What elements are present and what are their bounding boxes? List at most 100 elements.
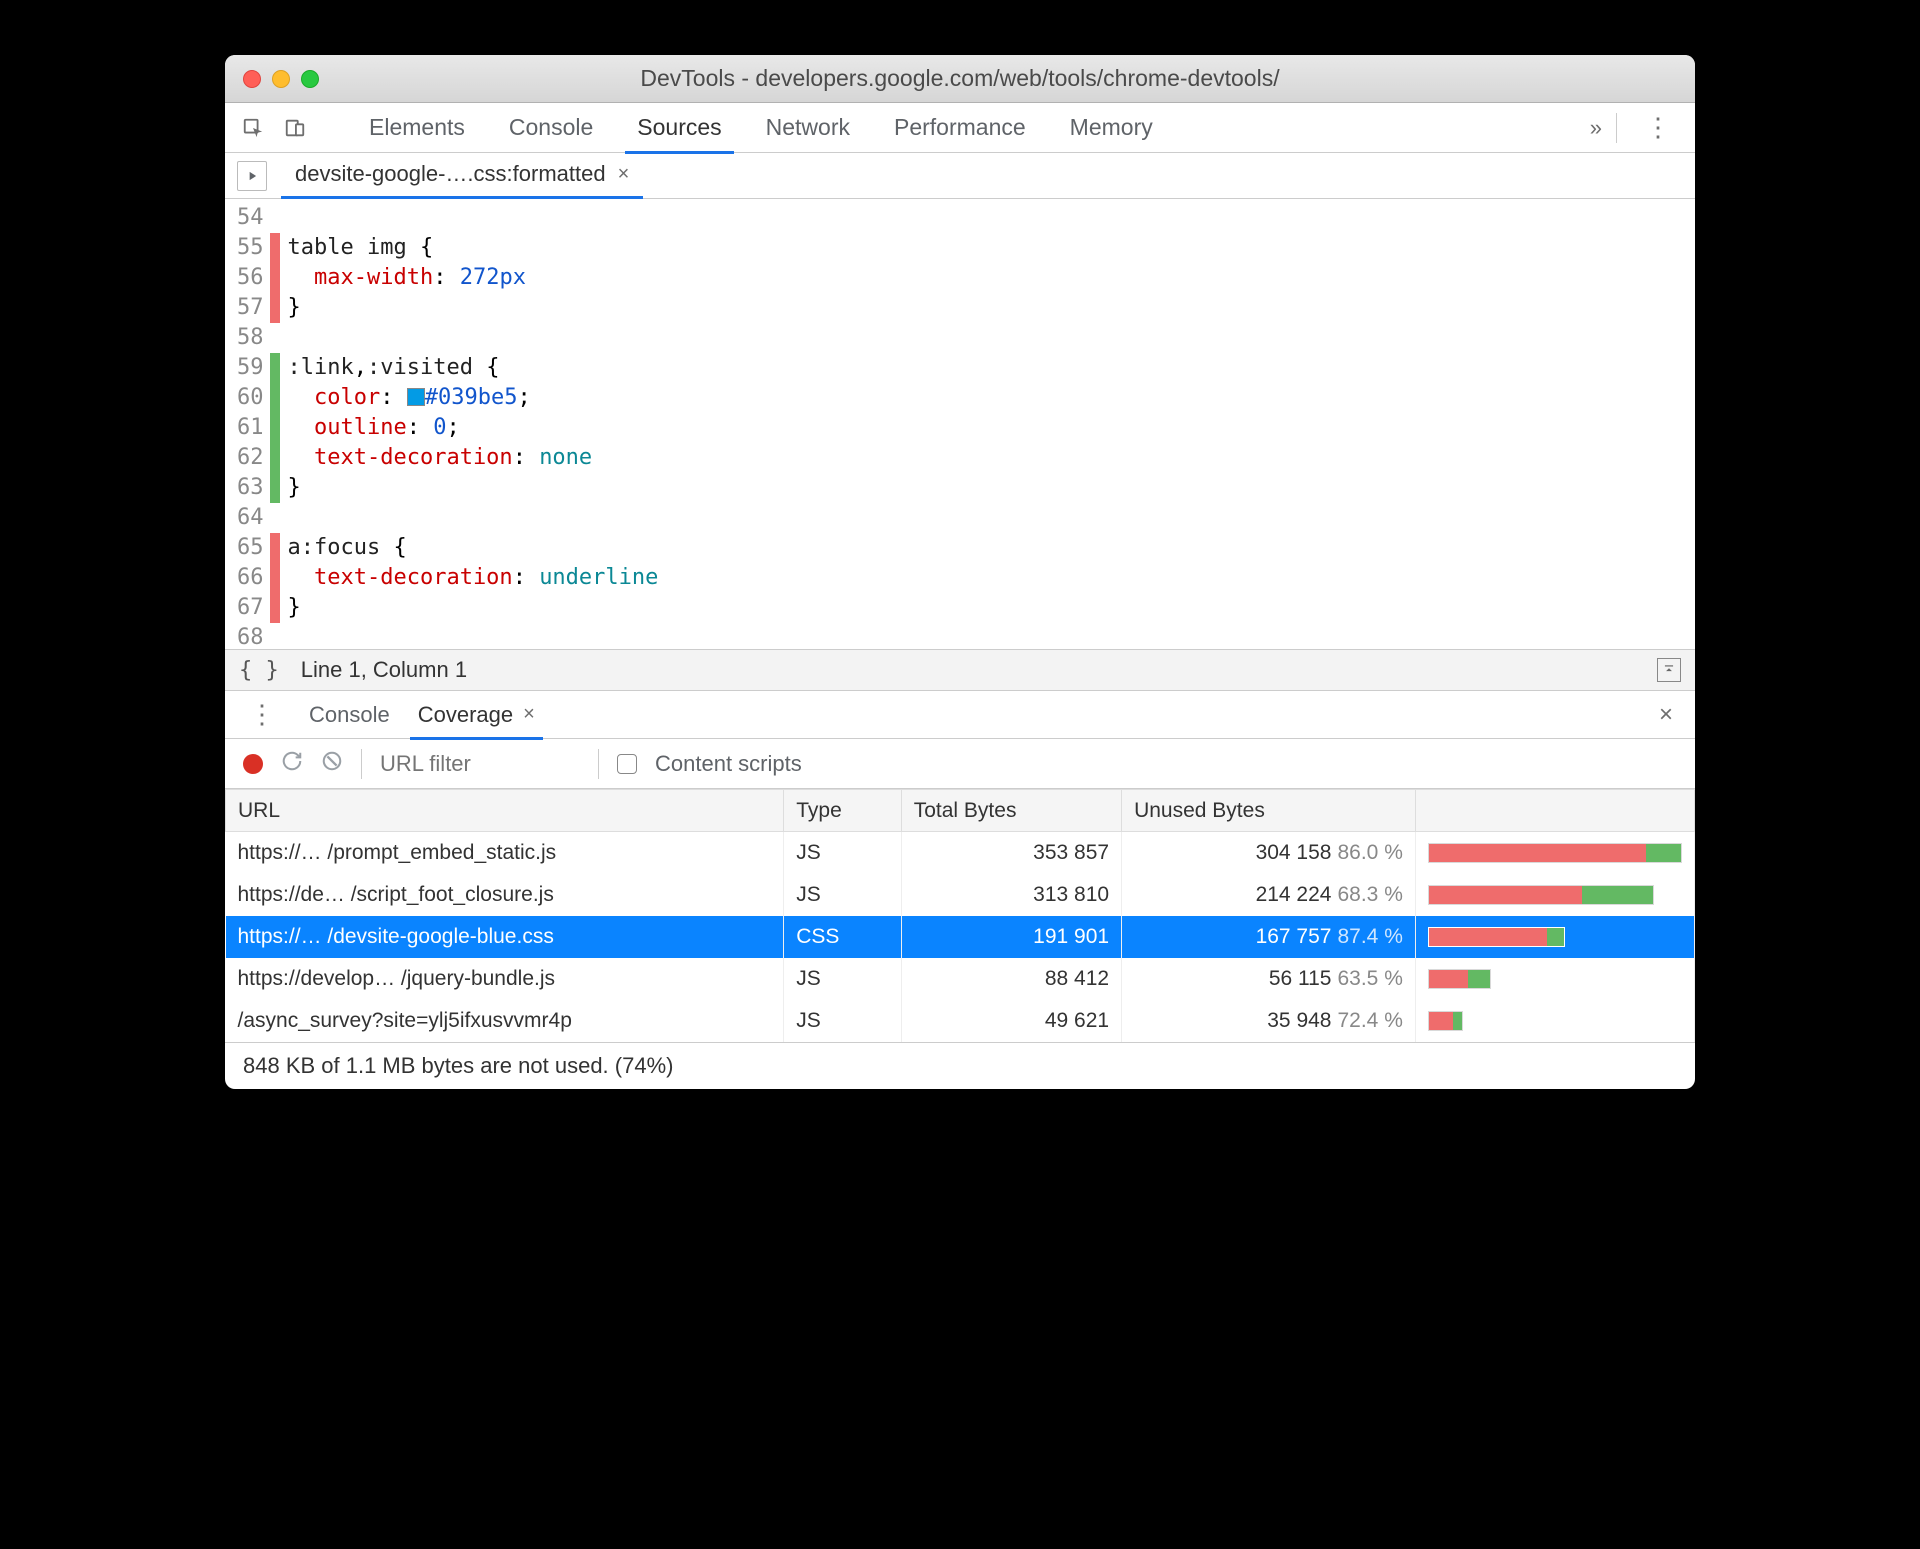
- coverage-marker: [270, 443, 280, 473]
- tab-elements[interactable]: Elements: [347, 103, 487, 153]
- settings-menu-icon[interactable]: ⋮: [1635, 112, 1681, 143]
- tab-sources[interactable]: Sources: [615, 103, 743, 153]
- tab-performance[interactable]: Performance: [872, 103, 1048, 153]
- code-line[interactable]: text-decoration: none: [288, 443, 659, 473]
- code-line[interactable]: [288, 203, 659, 233]
- coverage-marker: [270, 563, 280, 593]
- file-tab-bar: devsite-google-….css:formatted ×: [225, 153, 1695, 199]
- coverage-row[interactable]: https://de… /script_foot_closure.jsJS313…: [226, 874, 1695, 916]
- cell-unused-bytes: 304 15886.0 %: [1122, 832, 1416, 874]
- cell-total-bytes: 191 901: [901, 916, 1121, 958]
- coverage-marker: [270, 353, 280, 383]
- code-line[interactable]: a:focus {: [288, 533, 659, 563]
- divider: [598, 749, 599, 779]
- code-line[interactable]: [288, 323, 659, 353]
- column-header[interactable]: Unused Bytes: [1122, 790, 1416, 832]
- coverage-marker: [270, 323, 280, 353]
- reload-icon[interactable]: [281, 750, 303, 777]
- close-drawer-tab-icon[interactable]: ×: [523, 703, 535, 726]
- coverage-row[interactable]: https://… /prompt_embed_static.jsJS353 8…: [226, 832, 1695, 874]
- line-number: 55: [237, 233, 264, 263]
- main-toolbar: ElementsConsoleSourcesNetworkPerformance…: [225, 103, 1695, 153]
- code-line[interactable]: text-decoration: underline: [288, 563, 659, 593]
- cell-unused-bytes: 56 11563.5 %: [1122, 958, 1416, 1000]
- column-header[interactable]: Total Bytes: [901, 790, 1121, 832]
- collapse-drawer-icon[interactable]: [1657, 658, 1681, 682]
- more-tabs-icon[interactable]: »: [1576, 115, 1616, 141]
- window-title: DevTools - developers.google.com/web/too…: [225, 65, 1695, 92]
- line-number: 60: [237, 383, 264, 413]
- line-number: 63: [237, 473, 264, 503]
- devtools-window: DevTools - developers.google.com/web/too…: [225, 55, 1695, 1089]
- url-filter-input[interactable]: [380, 751, 580, 777]
- line-number: 59: [237, 353, 264, 383]
- divider: [1616, 113, 1617, 143]
- coverage-row[interactable]: /async_survey?site=ylj5ifxusvvmr4pJS49 6…: [226, 1000, 1695, 1042]
- device-toolbar-icon[interactable]: [281, 114, 309, 142]
- inspect-element-icon[interactable]: [239, 114, 267, 142]
- line-number: 68: [237, 623, 264, 649]
- coverage-marker: [270, 203, 280, 233]
- tab-network[interactable]: Network: [744, 103, 872, 153]
- coverage-row[interactable]: https://… /devsite-google-blue.cssCSS191…: [226, 916, 1695, 958]
- column-header[interactable]: Type: [784, 790, 902, 832]
- editor-status-bar: { } Line 1, Column 1: [225, 649, 1695, 691]
- coverage-marker: [270, 413, 280, 443]
- code-line[interactable]: }: [288, 473, 659, 503]
- column-header[interactable]: URL: [226, 790, 784, 832]
- close-tab-icon[interactable]: ×: [618, 163, 630, 186]
- cell-type: CSS: [784, 916, 902, 958]
- coverage-marker: [270, 293, 280, 323]
- line-number: 66: [237, 563, 264, 593]
- content-scripts-checkbox[interactable]: [617, 754, 637, 774]
- code-line[interactable]: color: #039be5;: [288, 383, 659, 413]
- drawer-tab-console[interactable]: Console: [295, 691, 404, 739]
- line-number: 64: [237, 503, 264, 533]
- cell-type: JS: [784, 832, 902, 874]
- close-drawer-icon[interactable]: ×: [1651, 701, 1681, 729]
- drawer-tab-bar: ⋮ ConsoleCoverage× ×: [225, 691, 1695, 739]
- cell-usage-bar: [1415, 1000, 1694, 1042]
- code-line[interactable]: outline: 0;: [288, 413, 659, 443]
- source-editor[interactable]: 545556575859606162636465666768 table img…: [225, 199, 1695, 649]
- cell-url: https://develop… /jquery-bundle.js: [226, 958, 784, 1000]
- cell-usage-bar: [1415, 916, 1694, 958]
- line-number: 58: [237, 323, 264, 353]
- cell-usage-bar: [1415, 874, 1694, 916]
- cell-url: https://… /devsite-google-blue.css: [226, 916, 784, 958]
- zoom-window-button[interactable]: [301, 70, 319, 88]
- drawer-tab-coverage[interactable]: Coverage×: [404, 691, 549, 739]
- file-tab[interactable]: devsite-google-….css:formatted ×: [281, 153, 643, 199]
- cell-url: https://de… /script_foot_closure.js: [226, 874, 784, 916]
- code-line[interactable]: [288, 503, 659, 533]
- cell-usage-bar: [1415, 832, 1694, 874]
- cell-url: https://… /prompt_embed_static.js: [226, 832, 784, 874]
- cell-total-bytes: 313 810: [901, 874, 1121, 916]
- navigator-toggle-icon[interactable]: [237, 161, 267, 191]
- line-number: 54: [237, 203, 264, 233]
- code-line[interactable]: :link,:visited {: [288, 353, 659, 383]
- file-tab-label: devsite-google-….css:formatted: [295, 161, 606, 187]
- coverage-marker: [270, 473, 280, 503]
- pretty-print-icon[interactable]: { }: [239, 658, 279, 683]
- code-line[interactable]: max-width: 272px: [288, 263, 659, 293]
- cell-total-bytes: 49 621: [901, 1000, 1121, 1042]
- record-button[interactable]: [243, 754, 263, 774]
- code-line[interactable]: [288, 623, 659, 649]
- code-line[interactable]: table img {: [288, 233, 659, 263]
- code-line[interactable]: }: [288, 293, 659, 323]
- column-header[interactable]: [1415, 790, 1694, 832]
- minimize-window-button[interactable]: [272, 70, 290, 88]
- coverage-marker: [270, 233, 280, 263]
- coverage-row[interactable]: https://develop… /jquery-bundle.jsJS88 4…: [226, 958, 1695, 1000]
- clear-icon[interactable]: [321, 750, 343, 777]
- close-window-button[interactable]: [243, 70, 261, 88]
- cell-type: JS: [784, 1000, 902, 1042]
- code-line[interactable]: }: [288, 593, 659, 623]
- tab-memory[interactable]: Memory: [1048, 103, 1175, 153]
- tab-console[interactable]: Console: [487, 103, 615, 153]
- coverage-table: URLTypeTotal BytesUnused Bytes https://……: [225, 789, 1695, 1042]
- line-number: 56: [237, 263, 264, 293]
- line-number: 57: [237, 293, 264, 323]
- drawer-menu-icon[interactable]: ⋮: [239, 699, 285, 730]
